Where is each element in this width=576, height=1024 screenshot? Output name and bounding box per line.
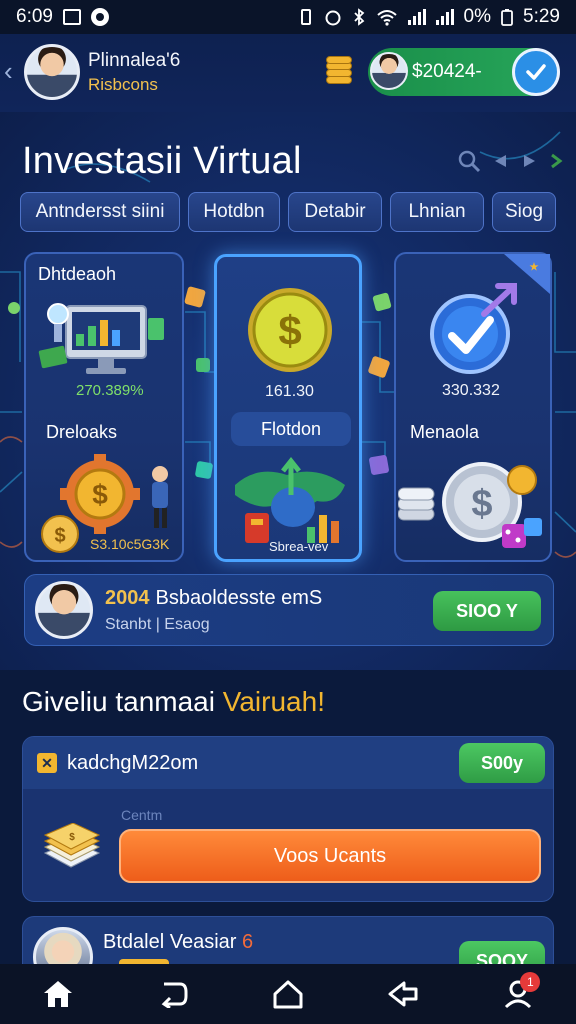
notification-icon [90,8,109,26]
back-chevron-icon[interactable]: ‹ [4,56,13,87]
status-bar: 6:09 0% 5:29 [0,0,576,34]
page-title: Investasii Virtual [22,140,302,182]
card-right-value-top: 330.332 [442,382,500,399]
home-outline-icon [273,980,303,1009]
promo-title: 2004 Bsbaoldesste emS [105,587,322,610]
user-name: Plinnalea'6 [88,50,181,71]
svg-text:$: $ [471,483,492,525]
offer-buy-button[interactable]: S00y [459,743,545,783]
promo-banner[interactable]: 2004 Bsbaoldesste emS Stanbt | Esaog SIOO… [24,574,554,646]
user-subtitle: Risbcons [88,75,158,94]
section-title-main: Giveliu tanmaai [22,686,223,717]
promo-subtitle: Stanbt | Esaog [105,616,210,633]
chip-1[interactable]: Hotdbn [188,192,280,232]
promo-avatar [35,581,93,639]
computer-dashboard-icon [38,303,164,374]
status-time-right: 5:29 [523,6,560,27]
svg-text:$: $ [69,832,75,843]
card-left-value-top: 270.389% [76,382,144,399]
bluetooth-icon [353,8,364,26]
promo-title-text: Bsbaoldesste emS [155,587,323,609]
card-center-label: Flotdon [231,412,351,446]
card-center-value-top: 161.30 [265,383,314,400]
alarm-icon [325,10,341,26]
offer2-title-text: Btdalel Veasiar [103,931,237,953]
svg-text:$: $ [278,307,301,354]
growth-check-icon [430,283,517,374]
chip-3[interactable]: Lhnian [390,192,484,232]
svg-text:★: ★ [530,262,539,273]
offer-title: kadchgM22om [67,752,199,774]
balance-amount: $20424- [412,61,482,82]
next-arrow-icon[interactable] [520,153,538,169]
hero-panel: Investasii Virtual Antndersst siini Hotd… [0,112,576,670]
balance-pill[interactable]: $20424- [368,48,560,96]
nav-home[interactable] [28,964,88,1024]
return-icon [161,982,188,1008]
card-right-label-bottom: Menaola [410,422,480,442]
nav-back[interactable] [143,964,203,1024]
title-tools [456,148,564,174]
section-title-highlight: Vairuah! [222,686,325,717]
dollar-coin-icon: $ [248,288,332,372]
coin-stack-icon [326,56,352,84]
section-title: Giveliu tanmaai Vairuah! [22,686,325,718]
signal-icon-2 [435,9,454,25]
nav-profile[interactable]: 1 [488,964,548,1024]
chip-0[interactable]: Antndersst siini [20,192,180,232]
svg-text:$: $ [92,479,108,510]
card-left-value-bottom: S3.10c5G3K [90,536,170,552]
bottom-nav: 1 [0,964,576,1024]
svg-text:$: $ [54,525,65,547]
card-left-label-bottom: Dreloaks [46,422,118,442]
home-filled-icon [43,981,72,1007]
offer-card-1[interactable]: ✕ kadchgM22om S00y Centm $ Voos Ucants [22,736,554,902]
status-time-left: 6:09 [16,6,53,27]
app-header: ‹ Plinnalea'6 Risbcons $20424- [0,34,576,112]
offer-cta-button[interactable]: Voos Ucants [119,829,541,883]
battery-level: 0% [463,6,492,27]
category-chips: Antndersst siini Hotdbn Detabir Lhnian S… [20,192,556,232]
prev-arrow-icon[interactable] [492,153,510,169]
chevron-right-icon[interactable] [548,153,564,169]
verify-check-button[interactable] [512,48,560,96]
signal-icon [407,9,426,25]
offer-label: Centm [121,807,163,823]
check-icon [526,64,546,80]
vibrate-icon [300,9,311,25]
chip-4[interactable]: Siog [492,192,556,232]
card-left-label-top: Dhtdeaoh [38,264,117,284]
back-arrow-icon [388,981,418,1007]
card-center-value-bottom: Sbrea-vev [269,539,329,554]
investment-card-left[interactable]: Dhtdeaoh 270.389% Dreloaks $ $ S3.10c5G3… [24,252,184,562]
cash-stack-icon: $ [43,823,101,868]
promo-year: 2004 [105,587,150,609]
silver-coin-stack-icon: $ [398,462,542,548]
tag-icon: ✕ [37,753,57,773]
battery-icon [501,9,513,26]
screenshot-icon [62,9,81,25]
nav-recent[interactable] [373,964,433,1024]
promo-button[interactable]: SIOO Y [433,591,541,631]
nav-home-outline[interactable] [258,964,318,1024]
wifi-icon [376,10,397,26]
search-icon[interactable] [456,148,482,174]
avatar[interactable] [24,44,80,100]
offer2-title-mark: 6 [241,931,254,953]
chip-2[interactable]: Detabir [288,192,382,232]
notification-badge: 1 [520,972,541,992]
offer2-title: Btdalel Veasiar 6 [103,931,253,954]
investment-card-center[interactable]: $ 161.30 Flotdon Sbrea-vev [214,254,362,562]
investment-card-right[interactable]: ★ 330.332 Menaola $ [394,252,552,562]
balance-avatar [370,52,408,90]
